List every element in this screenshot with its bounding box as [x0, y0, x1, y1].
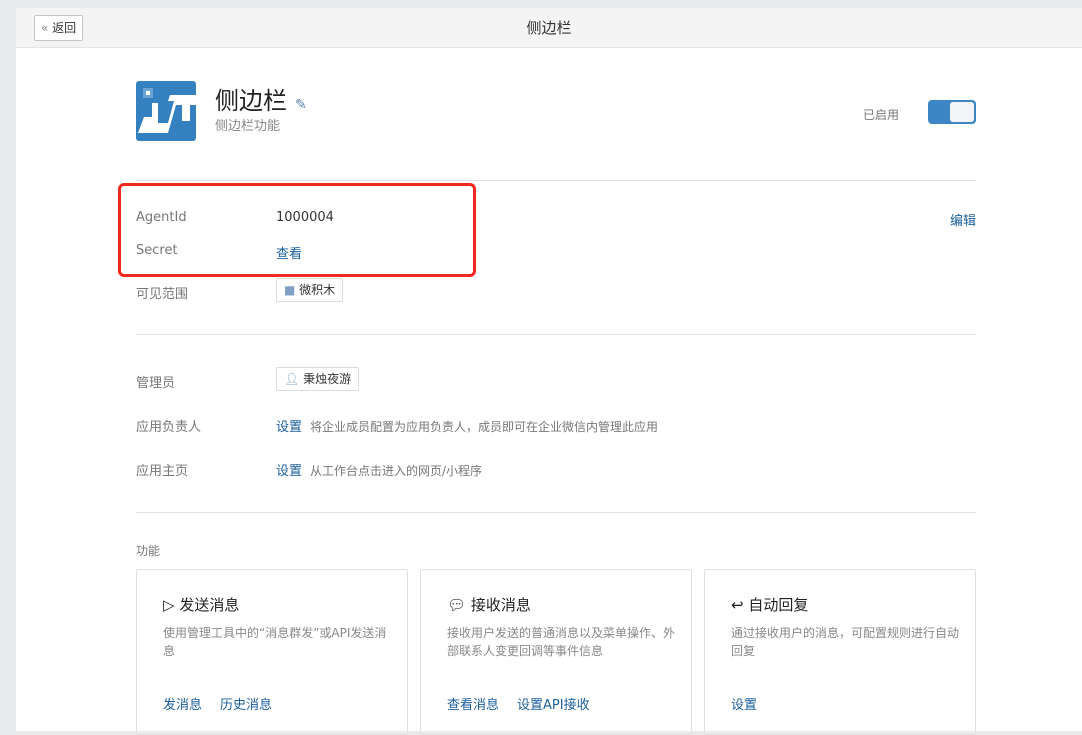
- owner-set-link[interactable]: 设置: [276, 420, 302, 435]
- status-label: 已启用: [862, 108, 899, 122]
- edit-link[interactable]: 编辑: [950, 210, 976, 229]
- divider: [136, 180, 976, 181]
- owner-label: 应用负责人: [136, 420, 202, 435]
- edit-pencil-icon[interactable]: ✎: [295, 97, 307, 113]
- page-header: « 返回 侧边栏: [16, 8, 1082, 48]
- view-messages-link[interactable]: 查看消息: [447, 698, 499, 713]
- back-button[interactable]: « 返回: [34, 15, 84, 41]
- visibility-label: 可见范围: [136, 287, 189, 302]
- folder-icon: ■: [284, 283, 296, 297]
- enable-toggle[interactable]: [928, 100, 976, 124]
- app-description: 侧边栏功能: [215, 119, 281, 134]
- send-icon: ▷: [163, 596, 175, 614]
- autoreply-set-link[interactable]: 设置: [731, 698, 757, 713]
- divider: [136, 334, 976, 335]
- highlight-box: [118, 183, 476, 277]
- features-label: 功能: [136, 544, 161, 558]
- visibility-chip[interactable]: ■ 微积木: [276, 278, 344, 302]
- admin-label: 管理员: [136, 376, 176, 391]
- admin-chip[interactable]: 👤︎ 秉烛夜游: [276, 367, 360, 391]
- api-receive-link[interactable]: 设置API接收: [517, 698, 590, 713]
- feature-card-autoreply: ↩ 自动回复 通过接收用户的消息，可配置规则进行自动回复 设置: [704, 569, 976, 735]
- user-icon: 👤︎: [284, 372, 300, 386]
- homepage-set-link[interactable]: 设置: [276, 464, 302, 479]
- feature-card-receive: 💬︎ 接收消息 接收用户发送的普通消息以及菜单操作、外部联系人变更回调等事件信息…: [420, 569, 692, 735]
- reply-icon: ↩: [731, 596, 744, 614]
- double-chevron-left-icon: «: [41, 21, 49, 35]
- app-detail-panel: « 返回 侧边栏 侧边栏 ✎ 侧边栏功能 已启用 AgentId 1000004 …: [16, 8, 1082, 735]
- history-link[interactable]: 历史消息: [220, 698, 272, 713]
- chat-icon: 💬︎: [447, 596, 467, 614]
- homepage-label: 应用主页: [136, 464, 189, 479]
- app-logo: [136, 81, 196, 141]
- feature-card-send: ▷ 发送消息 使用管理工具中的“消息群发”或API发送消息 发消息 历史消息: [136, 569, 408, 735]
- divider: [136, 512, 976, 513]
- page-title: 侧边栏: [526, 19, 572, 37]
- send-message-link[interactable]: 发消息: [163, 698, 202, 713]
- app-name: 侧边栏: [215, 87, 287, 115]
